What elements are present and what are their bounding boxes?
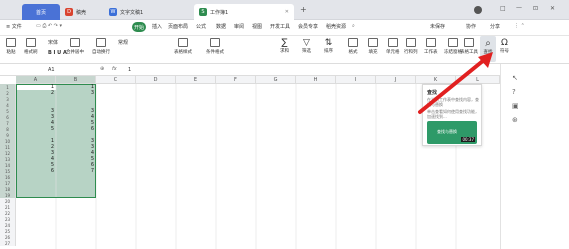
tab-review[interactable]: 审阅 — [234, 23, 244, 30]
unsaved-status[interactable]: 未保存 — [430, 23, 445, 30]
tab-start[interactable]: 开始 — [132, 22, 146, 32]
paste-button[interactable]: 粘贴 — [6, 38, 16, 55]
number-format-select[interactable]: 常规 — [118, 39, 128, 46]
title-bar: 首页 D 稿壳 W 文字文稿1 S 工作簿1 ✕ + □ — ⊡ ✕ — [0, 0, 569, 20]
col-header-e[interactable]: E — [176, 76, 216, 84]
maximize-button[interactable]: ⊡ — [533, 5, 538, 12]
tab-home-label: 首页 — [35, 9, 46, 16]
right-side-panel: ↖ ? ▣ ⊛ — [500, 64, 569, 249]
table-cell[interactable]: 3 — [56, 90, 96, 96]
brush-icon — [25, 38, 36, 47]
tab-page-layout[interactable]: 页面布局 — [168, 23, 188, 30]
wrap-icon — [96, 38, 106, 47]
more-icon[interactable]: ⋮ ⌃ — [514, 23, 525, 29]
format-painter-button[interactable]: 格式刷 — [24, 38, 38, 55]
share-button[interactable]: 分享 — [490, 23, 500, 30]
row-headers: 1 2 3 4 5 6 7 8 9 10 11 12 13 14 15 16 17 18 19 20 21 22 23 24 2… — [0, 84, 16, 249]
tab-docer[interactable]: D 稿壳 — [60, 4, 102, 20]
font-select[interactable]: 宋体 — [48, 39, 58, 46]
tab-docer-resources[interactable]: 稻壳资源 — [326, 23, 346, 30]
sigma-icon: ∑ — [281, 38, 288, 48]
symbol-button[interactable]: Ω 符号 — [500, 38, 509, 54]
conditional-icon — [210, 38, 220, 47]
file-menu[interactable]: ≡ 文件 — [6, 23, 22, 30]
cell-button[interactable]: 单元格 — [386, 38, 400, 55]
format-icon — [348, 38, 358, 47]
tab-workbook[interactable]: S 工作簿1 ✕ — [194, 4, 294, 20]
font-style-icons[interactable]: B I U A — [48, 50, 67, 56]
paste-icon — [6, 38, 16, 47]
avatar[interactable] — [474, 6, 482, 14]
filter-icon: ▽ — [303, 38, 310, 48]
table-cell[interactable]: 7 — [56, 168, 96, 174]
add-tab-button[interactable]: + — [300, 5, 307, 14]
col-header-i[interactable]: I — [336, 76, 376, 84]
sort-button[interactable]: ⇅ 排序 — [324, 38, 333, 54]
tab-view[interactable]: 视图 — [252, 23, 262, 30]
tab-insert[interactable]: 插入 — [152, 23, 162, 30]
merge-center-button[interactable]: 合并居中 — [66, 38, 84, 55]
table-style-button[interactable]: 表格样式 — [174, 38, 192, 55]
ribbon-tabs: ≡ 文件 ▭ ⎙ ↶ ↷ ▾ 开始 插入 页面布局 公式 数据 审阅 视图 开发… — [0, 20, 569, 36]
tab-home[interactable]: 首页 — [22, 4, 60, 20]
row-header[interactable]: 27 — [0, 240, 16, 246]
minimize-button[interactable]: — — [516, 4, 522, 11]
table-cell[interactable]: 6 — [16, 168, 56, 174]
col-header-a[interactable]: A — [16, 76, 56, 84]
cursor-select-icon[interactable]: ↖ — [512, 74, 518, 82]
tab-developer[interactable]: 开发工具 — [270, 23, 290, 30]
fill-button[interactable]: 填充 — [368, 38, 378, 55]
collaborate-button[interactable]: 协作 — [466, 23, 476, 30]
col-header-g[interactable]: G — [256, 76, 296, 84]
fx-label[interactable]: fx — [112, 66, 117, 72]
fill-icon — [368, 38, 378, 47]
name-box[interactable]: A1 — [48, 67, 55, 73]
tab-workbook-label: 工作簿1 — [210, 9, 229, 16]
conditional-format-button[interactable]: 条件格式 — [206, 38, 224, 55]
search-icon[interactable]: ⌕ — [352, 23, 355, 29]
tab-document[interactable]: W 文字文稿1 — [104, 4, 192, 20]
col-header-h[interactable]: H — [296, 76, 336, 84]
panel-icon[interactable]: ▣ — [512, 102, 519, 110]
tab-member[interactable]: 会员专享 — [298, 23, 318, 30]
tab-formula[interactable]: 公式 — [196, 23, 206, 30]
col-header-b[interactable]: B — [56, 76, 96, 84]
tab-data[interactable]: 数据 — [216, 23, 226, 30]
table-cell[interactable]: 6 — [56, 126, 96, 132]
quick-access-icons[interactable]: ▭ ⎙ ↶ ↷ ▾ — [36, 23, 62, 29]
annotation-arrow-icon — [418, 52, 493, 114]
zoom-icon[interactable]: ⊕ — [100, 66, 104, 72]
sum-button[interactable]: ∑ 求和 — [280, 38, 289, 54]
settings-icon[interactable]: ⊛ — [512, 116, 518, 124]
table-cell[interactable]: 2 — [16, 90, 56, 96]
tab-docer-label: 稿壳 — [76, 9, 87, 16]
close-tab-icon[interactable]: ✕ — [285, 9, 289, 15]
omega-icon: Ω — [501, 38, 508, 48]
wrap-text-button[interactable]: 自动换行 — [92, 38, 110, 55]
doc-icon: W — [109, 8, 117, 16]
tab-document-label: 文字文稿1 — [120, 9, 144, 16]
col-header-f[interactable]: F — [216, 76, 256, 84]
formula-input[interactable]: 1 — [128, 67, 131, 73]
help-icon[interactable]: ? — [512, 88, 516, 96]
filter-button[interactable]: ▽ 筛选 — [302, 38, 311, 54]
table-style-icon — [178, 38, 188, 47]
cell-icon — [387, 38, 398, 47]
merge-icon — [70, 38, 80, 47]
sort-icon: ⇅ — [324, 38, 333, 48]
col-header-c[interactable]: C — [96, 76, 136, 84]
table-cell[interactable]: 5 — [16, 126, 56, 132]
sheet-icon: S — [199, 8, 207, 16]
close-window-button[interactable]: ✕ — [550, 5, 555, 12]
window-tile-button[interactable]: □ — [500, 5, 506, 12]
col-header-d[interactable]: D — [136, 76, 176, 84]
docer-icon: D — [65, 8, 73, 16]
format-button[interactable]: 格式 — [348, 38, 358, 55]
